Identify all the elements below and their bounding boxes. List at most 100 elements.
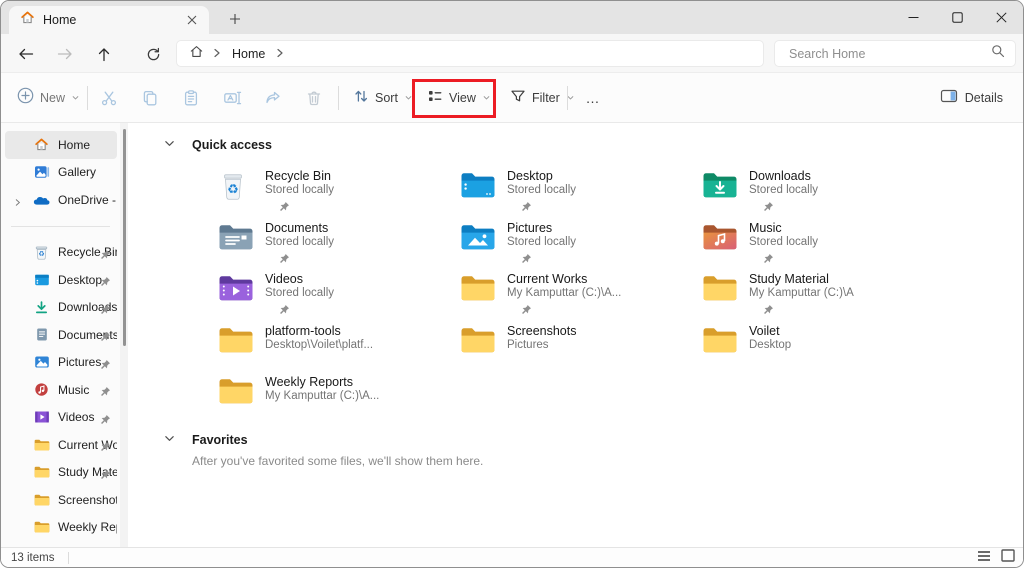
- pin-icon: [100, 384, 111, 402]
- item-location: Stored locally: [507, 236, 576, 249]
- breadcrumb-chevron-icon[interactable]: [276, 45, 284, 63]
- refresh-button[interactable]: [137, 41, 169, 67]
- quick-access-item-videos[interactable]: VideosStored locally: [218, 272, 450, 320]
- sidebar: Home Gallery OneDrive - Pers ♻Recycle BinDe…: [1, 123, 120, 549]
- address-bar[interactable]: Home: [176, 40, 764, 67]
- sidebar-item-documents[interactable]: Documents: [5, 321, 117, 349]
- quick-access-item-screenshots[interactable]: ScreenshotsPictures: [460, 324, 692, 372]
- quick-access-item-current-works[interactable]: Current WorksMy Kamputtar (C:)\A...: [460, 272, 692, 320]
- quick-access-item-voilet[interactable]: VoiletDesktop: [702, 324, 934, 372]
- sidebar-item-weekly-reports[interactable]: Weekly Reports: [5, 514, 117, 542]
- chevron-down-icon[interactable]: [164, 431, 175, 449]
- item-name: Music: [749, 221, 818, 235]
- chevron-down-icon[interactable]: [164, 136, 175, 154]
- item-location: Stored locally: [749, 184, 818, 197]
- quick-access-item-text: VideosStored locally: [265, 272, 334, 320]
- folder-icon: [702, 325, 738, 357]
- quick-access-item-text: DocumentsStored locally: [265, 221, 334, 269]
- sort-icon: [353, 88, 369, 109]
- quick-access-title: Quick access: [192, 138, 272, 152]
- minimize-button[interactable]: [891, 1, 935, 34]
- new-tab-button[interactable]: [223, 8, 247, 30]
- maximize-button[interactable]: [935, 1, 979, 34]
- close-button[interactable]: [979, 1, 1023, 34]
- sidebar-item-gallery[interactable]: Gallery: [5, 159, 117, 187]
- sidebar-item-music[interactable]: Music: [5, 376, 117, 404]
- filter-button[interactable]: Filter: [504, 81, 581, 115]
- filter-button-label: Filter: [532, 91, 560, 105]
- item-name: Downloads: [749, 169, 818, 183]
- sidebar-item-pictures[interactable]: Pictures: [5, 349, 117, 377]
- sidebar-item-screenshots[interactable]: Screenshots: [5, 486, 117, 514]
- downloads-icon: [702, 170, 738, 202]
- pin-icon: [100, 467, 111, 485]
- sidebar-item-study-materi[interactable]: Study Materi: [5, 459, 117, 487]
- cut-button[interactable]: [91, 81, 127, 115]
- sidebar-item-label: Gallery: [58, 165, 117, 179]
- paste-button[interactable]: [173, 81, 209, 115]
- quick-access-item-platform-tools[interactable]: platform-toolsDesktop\Voilet\platf...: [218, 324, 450, 372]
- tab-close-icon[interactable]: [183, 11, 201, 29]
- item-count: 13 items: [11, 552, 54, 564]
- tab-home[interactable]: Home: [9, 6, 209, 34]
- item-location: Stored locally: [265, 287, 334, 300]
- sidebar-item-label: OneDrive - Pers: [58, 193, 117, 207]
- recycle-bin-icon: ♻: [218, 170, 254, 202]
- breadcrumb-home[interactable]: Home: [230, 47, 267, 61]
- item-name: Weekly Reports: [265, 375, 379, 389]
- folder-icon: [33, 464, 50, 481]
- search-icon[interactable]: [991, 44, 1005, 63]
- large-icons-view-toggle-icon[interactable]: [1001, 549, 1015, 567]
- quick-access-item-recycle-bin[interactable]: ♻Recycle BinStored locally: [218, 169, 450, 217]
- up-button[interactable]: [88, 41, 120, 67]
- copy-button[interactable]: [132, 81, 168, 115]
- toolbar-separator: [338, 86, 339, 110]
- forward-button[interactable]: [49, 41, 81, 67]
- sort-button[interactable]: Sort: [347, 81, 419, 115]
- chevron-right-icon[interactable]: [13, 194, 22, 212]
- content-area: Quick access ♻Recycle BinStored locallyD…: [128, 123, 1024, 549]
- quick-access-item-weekly-reports[interactable]: Weekly ReportsMy Kamputtar (C:)\A...: [218, 375, 450, 423]
- folder-icon: [702, 273, 738, 305]
- tab-bar: Home: [1, 1, 1023, 34]
- list-view-toggle-icon[interactable]: [977, 549, 991, 567]
- pin-icon: [521, 251, 576, 262]
- quick-access-item-desktop[interactable]: DesktopStored locally: [460, 169, 692, 217]
- folder-icon: [218, 325, 254, 357]
- pin-icon: [763, 199, 818, 210]
- quick-access-item-study-material[interactable]: Study MaterialMy Kamputtar (C:)\A: [702, 272, 934, 320]
- sort-button-label: Sort: [375, 91, 398, 105]
- delete-button[interactable]: [296, 81, 332, 115]
- sidebar-item-downloads[interactable]: Downloads: [5, 294, 117, 322]
- breadcrumb-chevron-icon: [213, 45, 221, 63]
- quick-access-item-pictures[interactable]: PicturesStored locally: [460, 221, 692, 269]
- rename-button[interactable]: [214, 81, 250, 115]
- sidebar-item-videos[interactable]: Videos: [5, 404, 117, 432]
- sidebar-item-onedrive-pers[interactable]: OneDrive - Pers: [5, 186, 117, 214]
- quick-access-item-documents[interactable]: DocumentsStored locally: [218, 221, 450, 269]
- quick-access-header[interactable]: Quick access: [164, 136, 272, 154]
- sidebar-item-home[interactable]: Home: [5, 131, 117, 159]
- sidebar-scrollbar-thumb[interactable]: [123, 129, 126, 346]
- videos-icon: [33, 409, 50, 426]
- folder-icon: [460, 273, 496, 305]
- view-button[interactable]: View: [421, 81, 497, 115]
- breadcrumb-home-icon[interactable]: [189, 44, 204, 64]
- search-input[interactable]: [787, 46, 991, 62]
- new-button[interactable]: New: [11, 81, 86, 115]
- more-options-button[interactable]: …: [575, 81, 611, 115]
- favorites-header[interactable]: Favorites: [164, 431, 248, 449]
- back-button[interactable]: [10, 41, 42, 67]
- sidebar-item-desktop[interactable]: Desktop: [5, 266, 117, 294]
- sidebar-item-current-worl[interactable]: Current Worl: [5, 431, 117, 459]
- quick-access-item-music[interactable]: MusicStored locally: [702, 221, 934, 269]
- quick-access-item-downloads[interactable]: DownloadsStored locally: [702, 169, 934, 217]
- music-icon: [702, 222, 738, 254]
- quick-access-item-text: platform-toolsDesktop\Voilet\platf...: [265, 324, 373, 372]
- sidebar-scrollbar[interactable]: [120, 123, 128, 549]
- details-pane-button[interactable]: Details: [934, 81, 1009, 115]
- sidebar-item-recycle-bin[interactable]: ♻Recycle Bin: [5, 239, 117, 267]
- share-button[interactable]: [255, 81, 291, 115]
- pictures-icon: [460, 222, 496, 254]
- home-icon: [20, 10, 35, 30]
